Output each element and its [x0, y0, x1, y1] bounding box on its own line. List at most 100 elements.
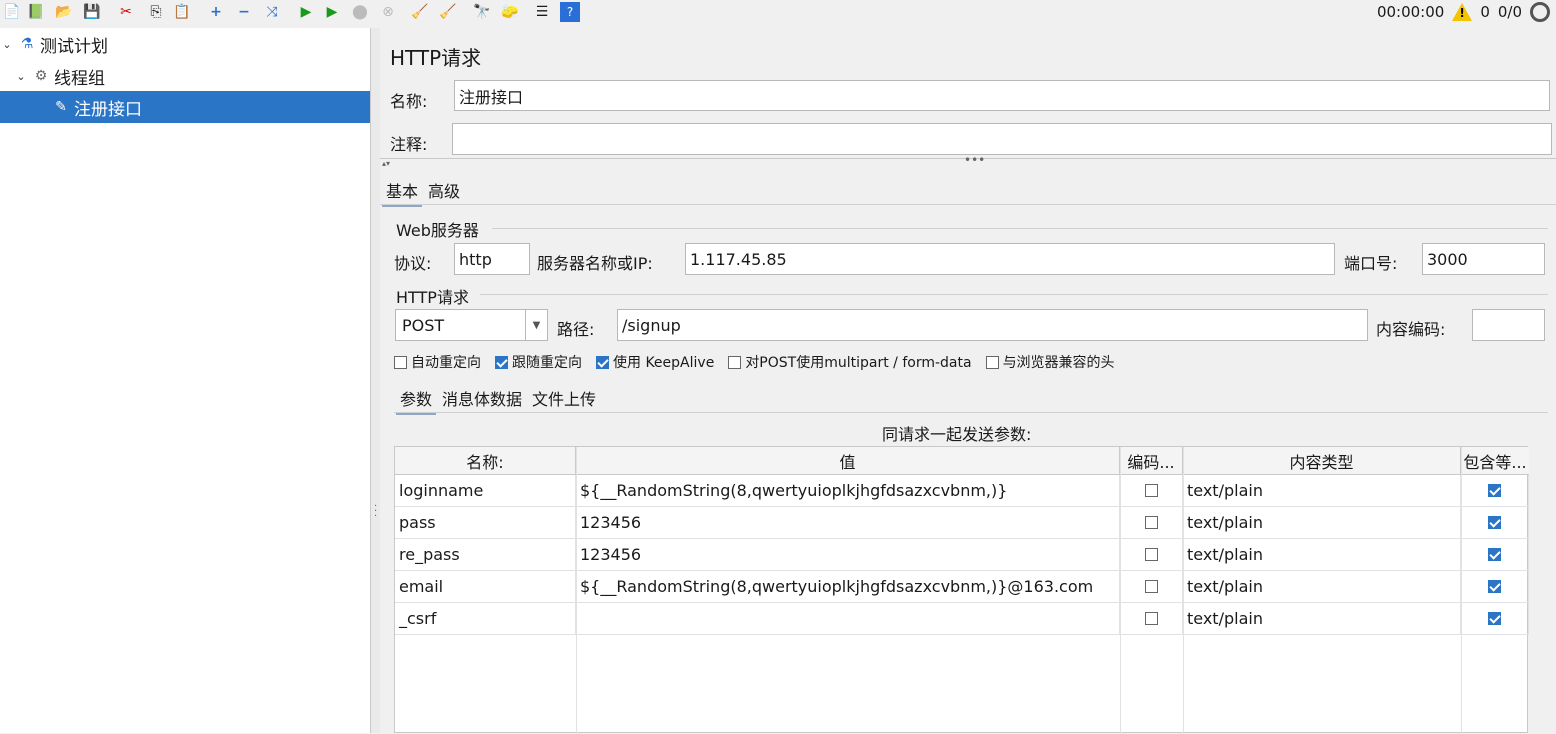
param-name-cell[interactable]: loginname [395, 475, 576, 507]
start-icon[interactable]: ▶ [296, 2, 316, 22]
name-field[interactable]: 注册接口 [454, 80, 1550, 111]
auto-redirect-checkbox[interactable] [394, 355, 407, 369]
encode-cell[interactable] [1120, 539, 1183, 571]
column-header-name[interactable]: 名称: [395, 447, 576, 475]
include-equals-checkbox[interactable] [1488, 484, 1501, 497]
drag-handle[interactable]: · · · [374, 502, 377, 522]
encode-checkbox[interactable] [1144, 548, 1158, 561]
path-field[interactable]: /signup [617, 309, 1368, 341]
chevron-down-icon[interactable]: ▼ [525, 310, 547, 340]
clear-icon[interactable]: 🧹 [410, 2, 430, 22]
stop-icon[interactable]: ⬤ [350, 2, 370, 22]
tree-item-label: 线程组 [54, 68, 105, 89]
function-helper-icon[interactable]: ☰ [532, 2, 552, 22]
tab-basic[interactable]: 基本 [382, 176, 423, 207]
include-equals-checkbox[interactable] [1488, 612, 1501, 625]
param-value-cell[interactable]: 123456 [576, 507, 1120, 539]
toggle-icon[interactable]: ⤨ [262, 2, 282, 22]
comment-field[interactable] [452, 123, 1552, 155]
column-header-include-equals[interactable]: 包含等... [1461, 447, 1529, 475]
test-plan-icon: ⚗ [20, 36, 34, 52]
encoding-field[interactable] [1472, 309, 1545, 341]
encode-checkbox[interactable] [1144, 484, 1158, 497]
content-type-cell[interactable]: text/plain [1183, 539, 1461, 571]
warning-icon[interactable] [1452, 3, 1473, 21]
help-icon[interactable]: ? [560, 2, 580, 22]
protocol-field[interactable]: http [454, 243, 530, 275]
column-header-value[interactable]: 值 [576, 447, 1120, 475]
content-type-cell[interactable]: text/plain [1183, 603, 1461, 635]
param-name-cell[interactable]: _csrf [395, 603, 576, 635]
shutdown-icon[interactable]: ⊗ [378, 2, 398, 22]
encode-cell[interactable] [1120, 507, 1183, 539]
follow-redirect-checkbox[interactable] [495, 355, 508, 369]
tab-files-upload[interactable]: 文件上传 [528, 384, 600, 415]
port-field[interactable]: 3000 [1422, 243, 1545, 275]
content-type-cell[interactable]: text/plain [1183, 475, 1461, 507]
encode-checkbox[interactable] [1144, 580, 1158, 593]
panel-splitter[interactable]: · · · [370, 28, 380, 733]
tab-advanced[interactable]: 高级 [424, 176, 464, 207]
include-equals-checkbox[interactable] [1488, 516, 1501, 529]
tab-body-data[interactable]: 消息体数据 [438, 384, 526, 415]
tree-item-register-api[interactable]: ✎ 注册接口 [0, 91, 370, 123]
include-equals-checkbox[interactable] [1488, 548, 1501, 561]
param-value-cell[interactable] [576, 603, 1120, 635]
include-equals-cell[interactable] [1461, 539, 1529, 571]
encode-cell[interactable] [1120, 603, 1183, 635]
param-name-cell[interactable]: pass [395, 507, 576, 539]
collapse-divider[interactable]: ▴▾ ••• [380, 153, 1556, 168]
chevron-down-icon[interactable]: ⌄ [14, 70, 28, 83]
method-select[interactable]: POST ▼ [395, 309, 548, 341]
keepalive-checkbox[interactable] [596, 355, 609, 369]
include-equals-cell[interactable] [1461, 603, 1529, 635]
tree-item-test-plan[interactable]: ⌄ ⚗ 测试计划 [0, 28, 370, 60]
path-label: 路径: [557, 320, 595, 339]
tree-item-thread-group[interactable]: ⌄ ⚙ 线程组 [0, 60, 370, 92]
templates-icon[interactable]: 📗 [26, 2, 46, 22]
column-header-encode[interactable]: 编码... [1120, 447, 1183, 475]
param-name-cell[interactable]: email [395, 571, 576, 603]
param-value-cell[interactable]: ${__RandomString(8,qwertyuioplkjhgfdsazx… [576, 571, 1120, 603]
chevron-down-icon[interactable]: ⌄ [0, 38, 14, 51]
copy-icon[interactable]: ⎘ [146, 2, 166, 22]
tree-item-label: 测试计划 [40, 36, 108, 57]
include-equals-cell[interactable] [1461, 475, 1529, 507]
encode-cell[interactable] [1120, 571, 1183, 603]
reset-search-icon[interactable]: 🧽 [500, 2, 520, 22]
include-equals-cell[interactable] [1461, 507, 1529, 539]
content-type-cell[interactable]: text/plain [1183, 507, 1461, 539]
clear-all-icon[interactable]: 🧹 [438, 2, 458, 22]
encode-checkbox[interactable] [1144, 516, 1158, 529]
encode-checkbox[interactable] [1144, 612, 1158, 625]
remote-status-icon[interactable] [1530, 2, 1550, 22]
start-no-pause-icon[interactable]: ▶ [322, 2, 342, 22]
open-icon[interactable]: 📂 [54, 2, 74, 22]
param-value-cell[interactable]: 123456 [576, 539, 1120, 571]
param-name-cell[interactable]: re_pass [395, 539, 576, 571]
follow-redirect-label: 跟随重定向 [512, 355, 582, 371]
save-icon[interactable]: 💾 [82, 2, 102, 22]
column-header-content-type[interactable]: 内容类型 [1183, 447, 1461, 475]
expand-icon[interactable]: + [206, 2, 226, 22]
drag-handle-icon[interactable]: ••• [964, 153, 985, 167]
collapse-icon[interactable]: − [234, 2, 254, 22]
content-type-cell[interactable]: text/plain [1183, 571, 1461, 603]
param-value-cell[interactable]: ${__RandomString(8,qwertyuioplkjhgfdsazx… [576, 475, 1120, 507]
include-equals-cell[interactable] [1461, 571, 1529, 603]
encode-cell[interactable] [1120, 475, 1183, 507]
server-field[interactable]: 1.117.45.85 [685, 243, 1335, 275]
gear-icon: ⚙ [34, 68, 48, 84]
paste-icon[interactable]: 📋 [172, 2, 192, 22]
search-icon[interactable]: 🔭 [472, 2, 492, 22]
new-icon[interactable]: 📄 [2, 2, 22, 22]
cut-icon[interactable]: ✂ [116, 2, 136, 22]
browser-headers-checkbox[interactable] [985, 355, 999, 369]
pen-icon: ✎ [55, 99, 67, 115]
include-equals-checkbox[interactable] [1488, 580, 1501, 593]
web-server-section-title: Web服务器 [396, 221, 479, 240]
multipart-checkbox[interactable] [728, 355, 742, 369]
tab-parameters[interactable]: 参数 [396, 384, 437, 415]
test-plan-tree: ⌄ ⚗ 测试计划 ⌄ ⚙ 线程组 ✎ 注册接口 [0, 28, 370, 733]
collapse-arrows-icon[interactable]: ▴▾ [382, 159, 390, 168]
